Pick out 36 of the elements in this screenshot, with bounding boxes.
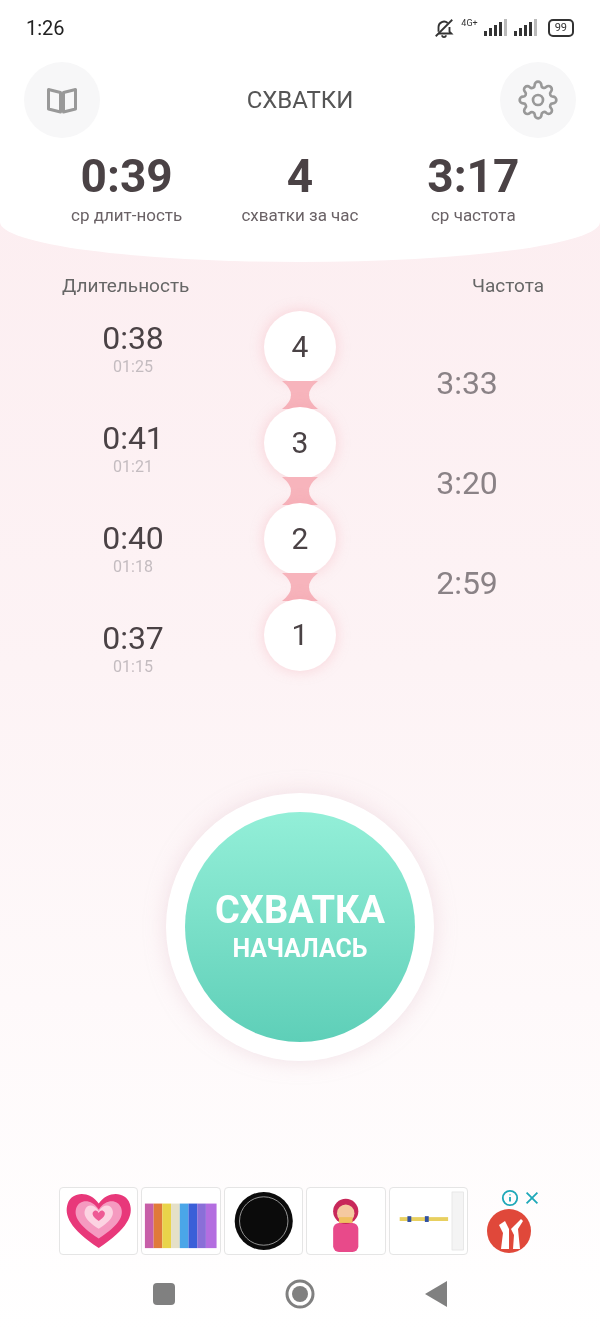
settings-icon [518, 80, 558, 120]
contraction-number[interactable]: 4 [264, 310, 336, 383]
network-type: 4G+ [461, 19, 478, 28]
stat-value: 4 [286, 148, 314, 204]
start-time: 01:18 [113, 556, 153, 577]
stat-value: 3:17 [427, 148, 520, 204]
start-time: 01:15 [113, 656, 153, 677]
status-time: 1:26 [26, 15, 65, 42]
duration-value: 0:38 [102, 318, 164, 357]
column-heading: Длительность [62, 273, 190, 299]
duration-value: 0:37 [102, 618, 164, 657]
signal-icon [483, 19, 508, 37]
home-icon[interactable] [285, 1279, 315, 1309]
contraction-number[interactable]: 2 [264, 502, 336, 575]
signal-icon [513, 19, 538, 37]
app-logo-icon[interactable] [487, 1209, 532, 1253]
stat-label: схватки за час [240, 204, 360, 226]
start-time: 01:25 [113, 356, 153, 377]
muted-bell-icon [433, 17, 456, 39]
stat-label: ср частота [429, 204, 517, 226]
stat-label: ср длит-ность [70, 204, 184, 226]
info-icon[interactable] [500, 1189, 519, 1207]
column-heading: Частота [472, 273, 544, 299]
stat-value: 0:39 [80, 148, 173, 204]
back-icon[interactable] [425, 1281, 447, 1307]
frequency-value: 3:20 [436, 462, 498, 503]
duration-value: 0:40 [102, 518, 164, 557]
recents-icon[interactable] [153, 1283, 175, 1305]
screen-title: СХВАТКИ [246, 85, 354, 116]
frequency-value: 3:33 [436, 362, 498, 403]
contraction-number[interactable]: 1 [264, 598, 336, 671]
frequency-value: 2:59 [436, 562, 498, 603]
duration-value: 0:41 [102, 418, 164, 457]
start-time: 01:21 [113, 456, 153, 477]
contraction-number[interactable]: 3 [264, 406, 336, 479]
battery-level: 99 [547, 19, 574, 37]
